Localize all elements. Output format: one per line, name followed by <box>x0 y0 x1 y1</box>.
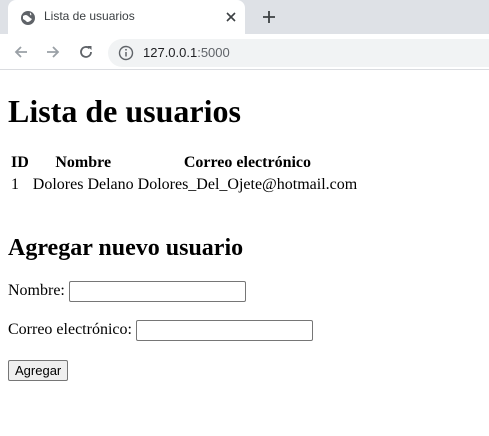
globe-icon <box>21 11 35 25</box>
users-table: ID Nombre Correo electrónico 1 Dolores D… <box>8 151 360 197</box>
name-input[interactable] <box>68 281 246 302</box>
add-user-button[interactable]: Agregar <box>8 360 69 381</box>
tab-title: Lista de usuarios <box>44 9 135 23</box>
cell-email: Dolores_Del_Ojete@hotmail.com <box>137 176 358 193</box>
back-arrow-icon[interactable] <box>11 42 31 62</box>
url-text: 127.0.0.1:5000 <box>143 45 230 60</box>
email-input[interactable] <box>135 320 313 341</box>
form-heading: Agregar nuevo usuario <box>8 235 244 261</box>
column-header-id: ID <box>11 154 29 171</box>
email-label: Correo electrónico: <box>8 321 132 339</box>
column-header-email: Correo electrónico <box>183 154 312 171</box>
reload-icon[interactable] <box>76 42 96 62</box>
forward-arrow-icon[interactable] <box>43 42 63 62</box>
browser-tab[interactable]: Lista de usuarios <box>8 0 245 34</box>
address-bar[interactable]: 127.0.0.1:5000 <box>108 39 489 67</box>
page-title: Lista de usuarios <box>8 93 241 129</box>
url-host: 127.0.0.1 <box>143 45 198 60</box>
new-tab-icon[interactable] <box>260 8 278 26</box>
column-header-name: Nombre <box>55 154 112 171</box>
table-row: 1 Dolores Delano Dolores_Del_Ojete@hotma… <box>10 175 358 195</box>
cell-name: Dolores Delano <box>32 176 134 193</box>
info-icon[interactable] <box>118 45 134 61</box>
cell-id: 1 <box>11 176 19 193</box>
close-icon[interactable] <box>223 9 239 25</box>
url-port: :5000 <box>197 45 230 60</box>
email-row: Correo electrónico: <box>8 320 313 341</box>
name-label: Nombre: <box>8 282 65 300</box>
tab-strip: Lista de usuarios <box>0 0 489 34</box>
browser-toolbar: 127.0.0.1:5000 <box>0 34 489 70</box>
table-header-row: ID Nombre Correo electrónico <box>10 153 358 173</box>
name-row: Nombre: <box>8 281 246 302</box>
